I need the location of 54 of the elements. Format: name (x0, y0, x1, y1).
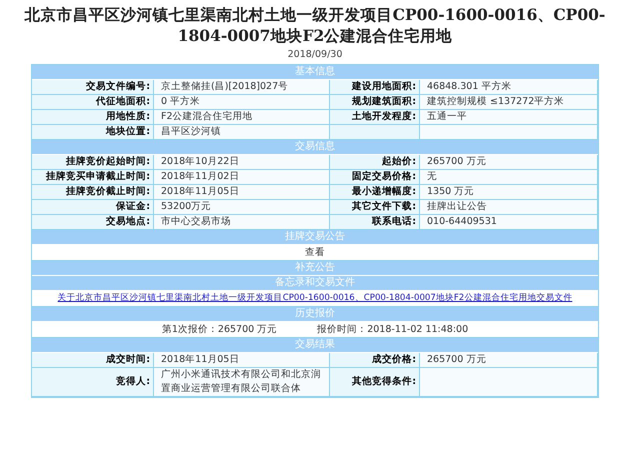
field-label: 挂牌竞价截止时间: (32, 185, 154, 199)
field-label: 代征地面积: (32, 95, 154, 109)
info-text: 报价时间：2018-11-02 11:48:00 (317, 323, 468, 337)
field-value: 1350 万元 (420, 185, 598, 199)
field-label: 挂牌竞价起始时间: (32, 155, 154, 169)
page-title: 北京市昌平区沙河镇七里渠南北村土地一级开发项目CP00-1600-0016、CP00-1804-0007地块F2公建混合住宅用地 (23, 4, 606, 46)
field-value: 265700 万元 (420, 155, 598, 169)
field-label: 其它文件下载: (330, 200, 420, 214)
field-label: 成交时间: (32, 353, 154, 367)
section-heading: 备忘录和交易文件 (32, 276, 598, 291)
field-value: 无 (420, 170, 598, 184)
section-heading: 历史报价 (32, 307, 598, 322)
info-text: 查看 (305, 246, 325, 260)
field-label: 用地性质: (32, 110, 154, 124)
field-label: 其他竞得条件: (330, 368, 420, 396)
field-value: F2公建混合住宅用地 (154, 110, 330, 124)
field-label: 交易地点: (32, 215, 154, 229)
field-label: 规划建筑面积: (330, 95, 420, 109)
field-value: 2018年11月05日 (154, 185, 330, 199)
field-value: 2018年11月05日 (154, 353, 330, 367)
section-heading: 交易信息 (32, 140, 598, 155)
field-value: 五通一平 (420, 110, 598, 124)
field-value: 挂牌出让公告 (420, 200, 598, 214)
field-value: 2018年10月22日 (154, 155, 330, 169)
field-value: 0 平方米 (154, 95, 330, 109)
field-label: 成交价格: (330, 353, 420, 367)
field-label: 最小递增幅度: (330, 185, 420, 199)
field-label: 联系电话: (330, 215, 420, 229)
field-value: 昌平区沙河镇 (154, 125, 330, 139)
field-value: 市中心交易市场 (154, 215, 330, 229)
field-label: 建设用地面积: (330, 80, 420, 94)
field-value: 46848.301 平方米 (420, 80, 598, 94)
field-label: 固定交易价格: (330, 170, 420, 184)
field-value: 广州小米通讯技术有限公司和北京润置商业运营管理有限公司联合体 (154, 368, 330, 396)
field-label: 交易文件编号: (32, 80, 154, 94)
field-value: 265700 万元 (420, 353, 598, 367)
info-text: 第1次报价：265700 万元 (162, 323, 278, 337)
document-link[interactable]: 关于北京市昌平区沙河镇七里渠南北村土地一级开发项目CP00-1600-0016、CP00-1804-0007地块F2公建混合住宅用地交易文件 (58, 292, 572, 305)
publish-date: 2018/09/30 (288, 49, 342, 60)
field-value: 京土整储挂(昌)[2018]027号 (154, 80, 330, 94)
field-label: 保证金: (32, 200, 154, 214)
field-value: 2018年11月02日 (154, 170, 330, 184)
section-heading: 基本信息 (32, 65, 598, 80)
field-label: 土地开发程度: (330, 110, 420, 124)
field-value: 010-64409531 (420, 215, 598, 229)
field-label: 竞得人: (32, 368, 154, 396)
field-label: 起始价: (330, 155, 420, 169)
field-value: 建筑控制规模 ≤137272平方米 (420, 95, 598, 109)
section-heading: 补充公告 (32, 261, 598, 276)
section-heading: 挂牌交易公告 (32, 230, 598, 245)
field-label: 挂牌竞买申请截止时间: (32, 170, 154, 184)
section-heading: 交易结果 (32, 338, 598, 353)
field-label: 地块位置: (32, 125, 154, 139)
field-value: 53200万元 (154, 200, 330, 214)
